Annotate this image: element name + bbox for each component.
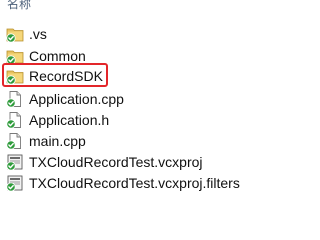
file-name: TXCloudRecordTest.vcxproj (29, 154, 203, 170)
list-item-vs-folder[interactable]: .vs (6, 23, 254, 45)
list-item-main-cpp[interactable]: main.cpp (6, 130, 254, 152)
file-name: .vs (29, 26, 47, 42)
folder-icon (6, 25, 24, 43)
list-item-recordsdk-folder[interactable]: RecordSDK (6, 65, 254, 87)
document-icon (6, 111, 24, 129)
list-item-application-cpp[interactable]: Application.cpp (6, 88, 254, 110)
folder-icon (6, 47, 24, 65)
document-icon (6, 90, 24, 108)
file-name: TXCloudRecordTest.vcxproj.filters (29, 175, 240, 191)
file-name: Application.cpp (29, 91, 124, 107)
folder-icon (6, 67, 24, 85)
project-file-icon (6, 174, 24, 192)
list-item-application-h[interactable]: Application.h (6, 109, 254, 131)
list-item-common-folder[interactable]: Common (6, 45, 254, 67)
file-name: Application.h (29, 112, 110, 128)
file-name: RecordSDK (29, 68, 103, 84)
file-name: main.cpp (29, 133, 86, 149)
list-item-vcxproj[interactable]: TXCloudRecordTest.vcxproj (6, 151, 254, 173)
file-explorer: 名称 .vs Common RecordSDK Application.cpp … (0, 0, 256, 206)
list-item-vcxproj-filters[interactable]: TXCloudRecordTest.vcxproj.filters (6, 172, 254, 194)
file-list: .vs Common RecordSDK Application.cpp App… (0, 0, 256, 206)
project-file-icon (6, 153, 24, 171)
document-icon (6, 132, 24, 150)
file-name: Common (29, 48, 86, 64)
